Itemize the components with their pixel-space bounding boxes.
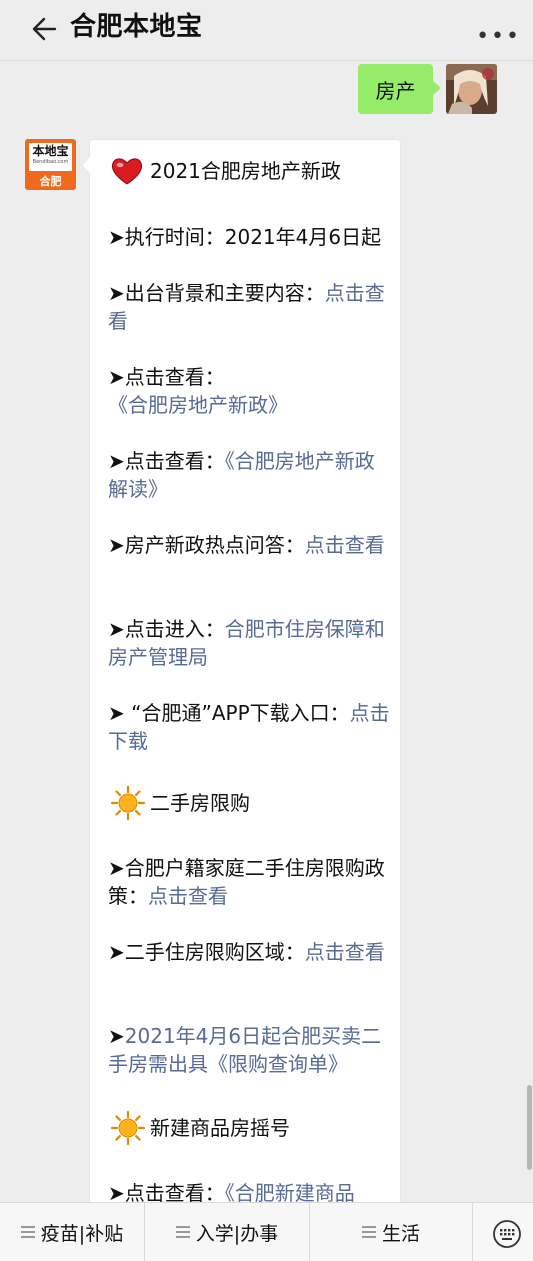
line-text: ➤出台背景和主要内容： [108,281,325,305]
section-heading-policy: 2021合肥房地产新政 [110,155,341,187]
message-line: ➤出台背景和主要内容：点击查看 [108,279,390,335]
message-line: ➤二手住房限购区域：点击查看 [108,938,390,966]
bot-message-bubble: 2021合肥房地产新政 ➤执行时间：2021年4月6日起 ➤出台背景和主要内容：… [81,139,401,1241]
menu-tab-label: 入学|办事 [195,1222,279,1245]
menu-tab-label: 疫苗|补贴 [40,1222,124,1245]
menu-tab-school[interactable]: 入学|办事 [145,1203,309,1261]
message-line: ➤点击查看：《合肥房地产新政解读》 [108,447,390,503]
menu-tab-label: 生活 [381,1222,420,1245]
line-text: ➤点击查看： [108,449,225,473]
message-line: ➤点击进入：合肥市住房保障和房产管理局 [108,615,390,671]
avatar-site-text: Bendibao.com [32,159,69,165]
heart-icon [111,158,143,185]
line-text: ➤ “合肥通”APP下载入口： [108,701,350,725]
line-text: ➤执行时间：2021年4月6日起 [108,225,382,249]
line-text: ➤点击进入： [108,617,225,641]
section-heading-resale: 二手房限购 [110,785,250,821]
message-line: ➤执行时间：2021年4月6日起 [108,223,390,251]
menu-tab-vaccine[interactable]: 疫苗|补贴 [0,1203,144,1261]
line-text: ➤ [108,1024,125,1048]
message-line: ➤房产新政热点问答：点击查看 [108,531,390,559]
menu-tab-life[interactable]: 生活 [310,1203,472,1261]
section-heading-text: 2021合肥房地产新政 [150,159,341,183]
avatar-city-text: 合肥 [39,175,62,188]
sun-icon [110,1110,146,1146]
user-message-bubble: 房产 [358,64,441,114]
menu-icon [20,1226,35,1238]
divider [472,1203,473,1261]
avatar-logo-box: 本地宝 Bendibao.com [29,143,72,171]
scrollbar[interactable] [527,1085,532,1170]
bottom-menu: 疫苗|补贴 入学|办事 生活 [0,1202,533,1261]
user-avatar-photo-icon [446,64,497,114]
user-message-text: 房产 [375,78,416,103]
user-avatar[interactable] [446,64,497,114]
keyboard-icon[interactable] [492,1219,522,1249]
message-line: ➤ “合肥通”APP下载入口：点击下载 [108,699,390,755]
menu-icon [361,1226,376,1238]
line-text: ➤点击查看： [108,365,225,389]
restricted-area-link[interactable]: 点击查看 [305,940,385,964]
resale-policy-link[interactable]: 点击查看 [148,884,228,908]
section-heading-text: 新建商品房摇号 [150,1116,290,1140]
sun-icon [110,785,146,821]
more-options-icon[interactable]: ••• [476,26,521,48]
section-heading-text: 二手房限购 [150,791,250,815]
official-account-avatar[interactable]: 本地宝 Bendibao.com 合肥 [25,139,76,190]
message-line: ➤2021年4月6日起合肥买卖二手房需出具《限购查询单》 [108,1022,390,1078]
chat-title: 合肥本地宝 [70,12,203,42]
line-text: ➤房产新政热点问答： [108,533,305,557]
top-bar: 合肥本地宝 ••• [0,0,533,61]
message-line: ➤点击查看： 《合肥房地产新政》 [108,363,390,419]
section-heading-lottery: 新建商品房摇号 [110,1110,290,1146]
message-line: ➤合肥户籍家庭二手住房限购政策：点击查看 [108,854,390,910]
faq-link[interactable]: 点击查看 [305,533,385,557]
query-form-link[interactable]: 2021年4月6日起合肥买卖二手房需出具《限购查询单》 [108,1024,381,1076]
avatar-brand-text: 本地宝 [32,144,69,158]
policy-link[interactable]: 《合肥房地产新政》 [108,393,288,417]
line-text: ➤二手住房限购区域： [108,940,305,964]
back-arrow-icon[interactable] [28,14,58,44]
menu-icon [175,1226,190,1238]
